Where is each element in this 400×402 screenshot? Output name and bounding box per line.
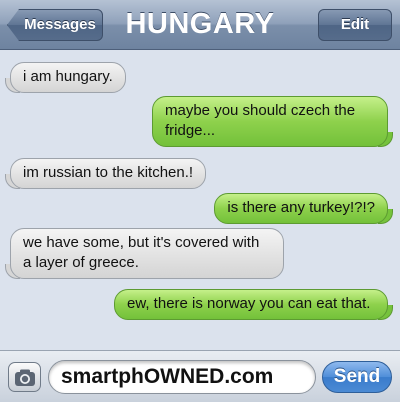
send-button[interactable]: Send	[322, 361, 392, 393]
back-button[interactable]: Messages	[7, 9, 103, 41]
incoming-message: im russian to the kitchen.!	[4, 158, 207, 189]
page-title: HUNGARY	[125, 8, 275, 40]
incoming-message: i am hungary.	[5, 62, 126, 93]
message-thread[interactable]: i am hungary. maybe you should czech the…	[0, 51, 400, 348]
camera-button[interactable]	[8, 362, 41, 392]
incoming-message: we have some, but it's covered with a la…	[5, 228, 284, 279]
message-input[interactable]: smartphOWNED.com	[48, 360, 316, 394]
nav-bar: Messages HUNGARY Edit	[0, 0, 400, 50]
outgoing-message: is there any turkey!?!?	[214, 193, 393, 224]
outgoing-message: ew, there is norway you can eat that.	[114, 289, 393, 320]
camera-icon	[15, 369, 35, 386]
input-bar: smartphOWNED.com Send	[0, 350, 400, 402]
edit-button[interactable]: Edit	[318, 9, 392, 41]
outgoing-message: maybe you should czech the fridge...	[152, 96, 393, 147]
